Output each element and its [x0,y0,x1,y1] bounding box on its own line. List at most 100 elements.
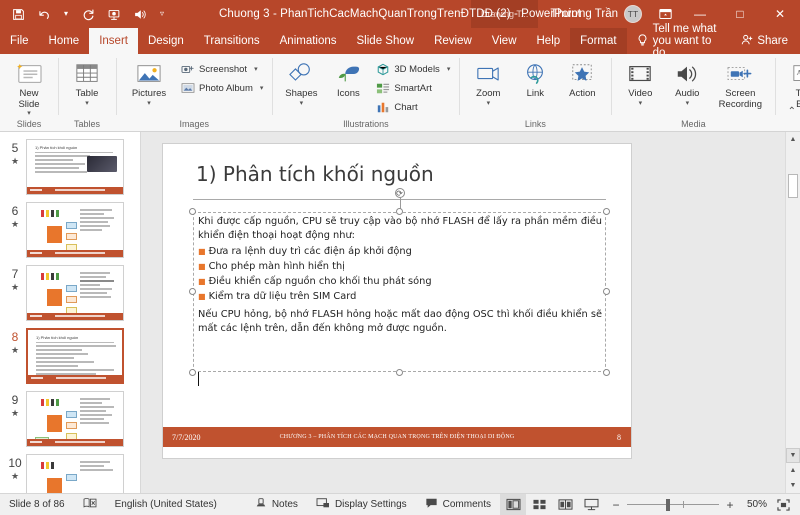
resize-handle-top-right[interactable] [603,208,610,215]
customize-qat-icon[interactable]: ▿ [154,3,170,25]
rotate-handle-icon[interactable]: ⟳ [395,188,405,198]
chevron-down-icon[interactable]: ▾ [686,100,690,107]
tab-slide-show[interactable]: Slide Show [347,28,425,54]
next-slide-button[interactable]: ▼ [786,478,800,493]
undo-icon[interactable] [32,3,56,25]
thumbnail-preview[interactable] [26,391,124,447]
shapes-button[interactable]: Shapes ▾ [278,57,324,107]
scroll-down-icon[interactable]: ▼ [786,448,800,463]
ribbon-display-options-icon[interactable] [650,8,680,20]
thumbnail-item-5[interactable]: 5 ★ 1) Phân tích khối nguồn [0,132,140,195]
chevron-down-icon[interactable]: ▾ [447,65,451,73]
resize-handle-middle-right[interactable] [603,288,610,295]
close-button[interactable]: ✕ [760,0,800,28]
save-icon[interactable] [6,3,30,25]
screenshot-button[interactable]: Screenshot ▾ [177,60,266,78]
slide-title[interactable]: 1) Phân tích khối nguồn [196,162,434,186]
animation-star-icon[interactable]: ★ [4,281,26,293]
reading-view-button[interactable] [552,494,578,515]
screen-recording-button[interactable]: Screen Recording [711,57,769,110]
action-button[interactable]: Action [559,57,605,100]
normal-view-button[interactable] [500,494,526,515]
content-placeholder-selected[interactable]: ⟳ Khi được cấp nguồn, CPU sẽ truy cập và… [193,212,606,372]
chevron-down-icon[interactable]: ▾ [254,65,258,73]
new-slide-button[interactable]: New Slide ▾ [6,57,52,117]
resize-handle-bottom-right[interactable] [603,369,610,376]
start-from-beginning-icon[interactable] [102,3,126,25]
resize-handle-top-center[interactable] [396,208,403,215]
fit-to-window-button[interactable] [772,499,794,511]
slide-editing-area[interactable]: 1) Phân tích khối nguồn ⟳ Khi được cấp n… [141,132,785,493]
chevron-down-icon[interactable]: ▾ [260,84,264,92]
resize-handle-top-left[interactable] [189,208,196,215]
zoom-control[interactable]: − + 50% [604,498,800,512]
thumbnail-item-7[interactable]: 7 ★ [0,258,140,321]
tab-file[interactable]: File [0,28,39,54]
scroll-up-icon[interactable]: ▲ [786,132,800,147]
avatar[interactable]: TT [624,5,642,23]
chevron-down-icon[interactable]: ▾ [27,110,31,117]
table-button[interactable]: Table ▾ [64,57,110,107]
chevron-down-icon[interactable]: ▾ [85,100,89,107]
text-box-button[interactable]: A Text Box [781,57,800,110]
resize-handle-middle-left[interactable] [189,288,196,295]
slide-sorter-button[interactable] [526,494,552,515]
thumbnail-preview[interactable] [26,454,124,493]
tab-animations[interactable]: Animations [270,28,347,54]
photo-album-button[interactable]: Photo Album ▾ [177,79,266,97]
tab-design[interactable]: Design [138,28,194,54]
thumbnail-item-8[interactable]: 8 ★ 1) Phân tích khối nguồn [0,321,140,384]
notes-button[interactable]: Notes [246,494,307,515]
tab-transitions[interactable]: Transitions [194,28,270,54]
tab-view[interactable]: View [482,28,527,54]
chevron-down-icon[interactable]: ▾ [300,100,304,107]
previous-slide-button[interactable]: ▲ [786,463,800,478]
tab-home[interactable]: Home [39,28,90,54]
accessibility-checker-button[interactable] [74,494,106,515]
animation-star-icon[interactable]: ★ [4,470,26,482]
comments-button[interactable]: Comments [416,494,500,515]
zoom-out-button[interactable]: − [610,498,622,512]
touch-mode-icon[interactable] [128,3,152,25]
resize-handle-bottom-center[interactable] [396,369,403,376]
thumbnail-preview-selected[interactable]: 1) Phân tích khối nguồn [26,328,124,384]
animation-star-icon[interactable]: ★ [4,218,26,230]
smartart-button[interactable]: SmartArt [372,79,453,97]
tab-format[interactable]: Format [570,28,626,54]
chart-button[interactable]: Chart [372,98,453,116]
maximize-button[interactable]: □ [720,0,760,28]
animation-star-icon[interactable]: ★ [4,344,26,356]
chevron-down-icon[interactable]: ▾ [147,100,151,107]
icons-button[interactable]: Icons [325,57,371,100]
zoom-button[interactable]: Zoom ▾ [465,57,511,107]
thumbnail-preview[interactable]: 1) Phân tích khối nguồn [26,139,124,195]
zoom-percentage[interactable]: 50% [741,499,767,510]
chevron-down-icon[interactable]: ▾ [487,100,491,107]
slide-show-button[interactable] [578,494,604,515]
account-area[interactable]: Thương Trần TT [538,5,650,23]
language-indicator[interactable]: English (United States) [106,494,226,515]
3d-models-button[interactable]: 3D Models ▾ [372,60,453,78]
slide-counter[interactable]: Slide 8 of 86 [0,494,74,515]
redo-icon[interactable] [76,3,100,25]
display-settings-button[interactable]: Display Settings [307,494,416,515]
chevron-down-icon[interactable]: ▾ [639,100,643,107]
tell-me-search[interactable]: Tell me what you want to do [627,28,730,54]
vertical-scrollbar[interactable]: ▲ ▼ ▲ ▼ [785,132,800,493]
resize-handle-bottom-left[interactable] [189,369,196,376]
slide-thumbnail-pane[interactable]: 5 ★ 1) Phân tích khối nguồn [0,132,141,493]
zoom-in-button[interactable]: + [724,498,736,512]
thumbnail-item-6[interactable]: 6 ★ [0,195,140,258]
collapse-ribbon-icon[interactable]: ⌃ [788,106,796,117]
tab-review[interactable]: Review [424,28,482,54]
animation-star-icon[interactable]: ★ [4,155,26,167]
audio-button[interactable]: Audio ▾ [664,57,710,107]
zoom-slider[interactable] [627,499,719,511]
slide-canvas[interactable]: 1) Phân tích khối nguồn ⟳ Khi được cấp n… [163,144,631,458]
share-button[interactable]: Share [729,28,800,54]
video-button[interactable]: Video ▾ [617,57,663,107]
thumbnail-item-9[interactable]: 9 ★ [0,384,140,447]
pictures-button[interactable]: Pictures ▾ [122,57,176,107]
animation-star-icon[interactable]: ★ [4,407,26,419]
thumbnail-preview[interactable] [26,265,124,321]
